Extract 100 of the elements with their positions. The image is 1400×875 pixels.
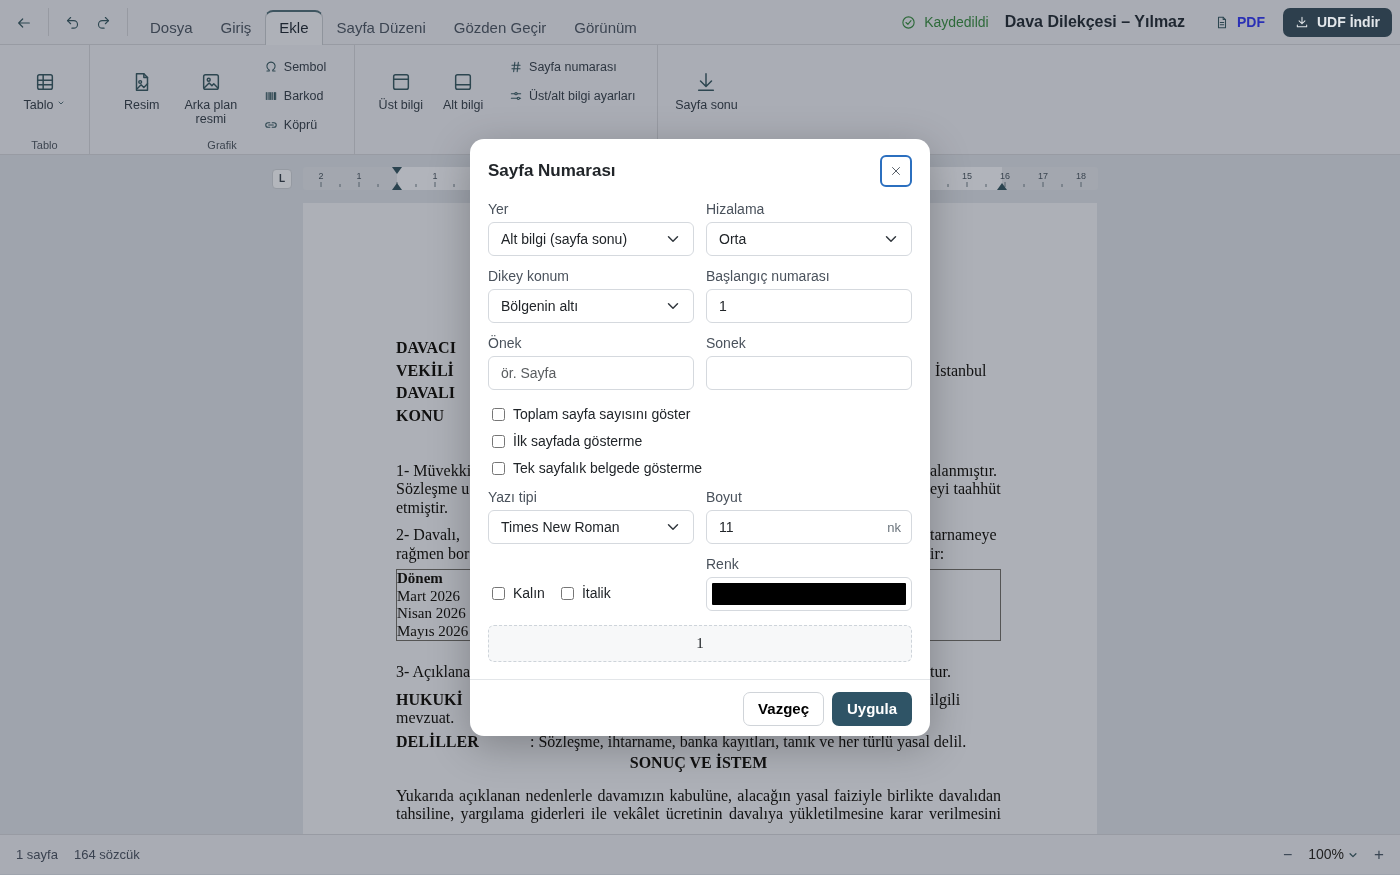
menu-tab[interactable]: Gözden Geçir	[439, 10, 561, 45]
select-field[interactable]: Bölgenin altı	[488, 289, 694, 323]
input-field[interactable]: ör. Sayfa	[488, 356, 694, 390]
ruler-number: 17	[1038, 171, 1048, 181]
field-label: Başlangıç numarası	[706, 267, 831, 285]
ribbon-button[interactable]: Barkod	[259, 84, 331, 108]
ruler-number: 16	[1000, 171, 1010, 181]
select-field[interactable]: Times New Roman	[488, 510, 694, 544]
table-cell: Mayıs 2026	[397, 622, 470, 640]
document-title: Dava Dilekçesi – Yılmaz	[1004, 12, 1185, 32]
field-value: İstanbul	[934, 360, 988, 381]
zoom-out-button[interactable]: −	[1282, 842, 1293, 867]
checkbox[interactable]	[492, 408, 505, 421]
checkbox[interactable]	[492, 462, 505, 475]
text-line: Yukarıda açıklanan nedenlerle davamızın kabulüne, alacağın yasal faiziyle birlikte davalıdan	[396, 786, 1001, 805]
menu-tab[interactable]: Giriş	[206, 10, 266, 45]
checkbox-label[interactable]: İlk sayfada gösterme	[513, 431, 643, 452]
field-label: KONU	[396, 406, 445, 427]
checkbox-label[interactable]: İtalik	[581, 583, 611, 604]
close-button[interactable]	[880, 155, 912, 187]
menu-tab[interactable]: Dosya	[136, 10, 207, 45]
text-line: etmiştir.	[396, 498, 449, 518]
ribbon-button[interactable]: Sayfa numarası	[505, 56, 640, 79]
checkbox[interactable]	[492, 587, 505, 600]
text-line: Sözleşme u	[396, 480, 470, 499]
field-label: Hizalama	[706, 200, 766, 218]
cancel-button[interactable]: Vazgeç	[743, 692, 824, 726]
document-icon	[1215, 14, 1229, 30]
table-cell-text: Mart 2026	[397, 587, 461, 606]
field-label: Boyut	[706, 488, 743, 506]
table-cell-text: Dönem	[397, 570, 444, 588]
text-line: 2- Davalı,	[396, 526, 461, 545]
field-label: DAVACI	[396, 338, 457, 358]
field-label: Dikey konum	[488, 267, 570, 285]
field-label: Yer	[488, 200, 510, 218]
indent-marker[interactable]	[392, 167, 402, 190]
word-count: 164 sözcük	[73, 845, 140, 864]
save-status: Kaydedildi	[924, 12, 989, 32]
redo-icon	[96, 15, 111, 31]
tab-stop-button[interactable]: L	[272, 168, 292, 189]
apply-button[interactable]: Uygula	[832, 692, 912, 726]
ruler-number: 18	[1076, 171, 1086, 181]
ruler-number: 15	[962, 171, 972, 181]
field-label: DAVALI	[396, 383, 456, 404]
menu-tab[interactable]: Ekle	[265, 10, 323, 45]
checkbox-label[interactable]: Toplam sayfa sayısını göster	[513, 404, 691, 425]
close-icon	[889, 164, 903, 178]
zoom-select[interactable]: 100%	[1308, 844, 1359, 865]
ribbon-button[interactable]: Arka plan resmi	[175, 53, 246, 137]
group-label: Grafik	[206, 138, 238, 151]
ribbon-button[interactable]: Tablo	[16, 53, 73, 137]
text-line: 1- Müvekki	[396, 461, 470, 481]
text-line: tarnameye	[930, 526, 998, 545]
checkbox[interactable]	[560, 587, 574, 600]
text-line: alanmıştır.	[930, 461, 999, 481]
field-label: Renk	[706, 555, 740, 573]
input-field[interactable]: 1	[706, 289, 912, 323]
input-field[interactable]	[706, 356, 912, 390]
select-field[interactable]: Orta	[706, 222, 912, 256]
text-line: : Sözleşme, ihtarname, banka kayıtları, tanık ve her türlü yasal delil.	[530, 732, 967, 752]
text-line: HUKUKİ	[396, 690, 464, 710]
page-count: 1 sayfa	[16, 845, 58, 864]
dialog-title: Sayfa Numarası	[488, 160, 616, 183]
field-label: Önek	[488, 334, 523, 352]
menu-tab[interactable]: Sayfa Düzeni	[322, 10, 440, 45]
pdf-button[interactable]: PDF	[1209, 10, 1271, 34]
hash-icon	[509, 60, 524, 75]
download-icon	[1295, 15, 1309, 29]
field-label: Yazı tipi	[488, 488, 538, 506]
text-line: rağmen bor	[396, 544, 470, 564]
group-label: Tablo	[30, 138, 59, 151]
check-circle-icon	[901, 14, 917, 30]
ribbon-button[interactable]: Alt bilgi	[435, 53, 492, 137]
ribbon-button[interactable]: Üst/alt bilgi ayarları	[505, 84, 640, 108]
checkbox-label[interactable]: Kalın	[513, 583, 545, 604]
download-button[interactable]: UDF İndir	[1283, 7, 1392, 37]
checkbox[interactable]	[492, 435, 505, 448]
ribbon-button[interactable]: Sembol	[259, 56, 331, 79]
ribbon-button[interactable]: Üst bilgi	[372, 53, 430, 137]
text-line: tur.	[930, 663, 952, 682]
section-heading: SONUÇ VE İSTEM	[629, 754, 768, 772]
page-number-preview: 1	[696, 634, 704, 654]
omega-icon	[263, 60, 278, 75]
select-field[interactable]: Alt bilgi (sayfa sonu)	[488, 222, 694, 256]
zoom-in-button[interactable]: +	[1374, 841, 1384, 868]
ribbon-button[interactable]: Sayfa sonu	[669, 53, 744, 137]
field-label: VEKİLİ	[396, 360, 455, 381]
ruler-number: 2	[318, 171, 324, 181]
indent-marker[interactable]	[997, 183, 1007, 190]
ribbon-button[interactable]: Resim	[113, 53, 170, 137]
text-line: eyi taahhüt	[930, 480, 1001, 499]
ribbon-button[interactable]: Köprü	[259, 113, 331, 137]
text-line: mevzuat.	[396, 709, 456, 728]
checkbox-label[interactable]: Tek sayfalık belgede gösterme	[513, 458, 703, 479]
ruler-number: 1	[356, 171, 362, 181]
menu-tab[interactable]: Görünüm	[560, 10, 651, 45]
color-field[interactable]	[706, 577, 912, 611]
undo-icon	[65, 15, 80, 31]
section-label: DELİLLER	[396, 732, 480, 752]
ruler-number: 1	[432, 171, 438, 181]
